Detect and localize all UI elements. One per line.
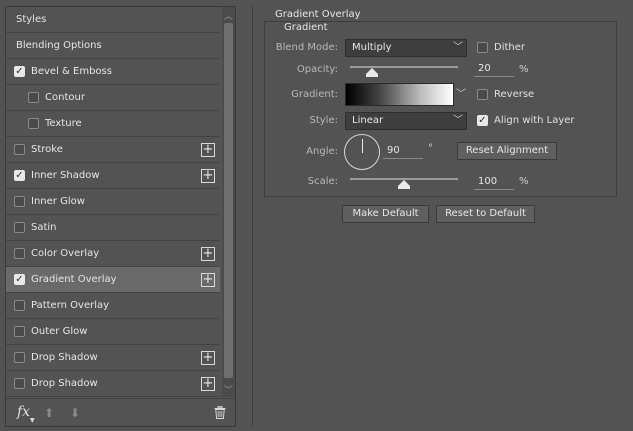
- style-item-label: Bevel & Emboss: [31, 66, 112, 77]
- checkbox-icon[interactable]: [14, 248, 25, 259]
- align-with-layer-checkbox[interactable]: ✓ Align with Layer: [477, 115, 575, 126]
- checkbox-icon[interactable]: [14, 352, 25, 363]
- style-item-label: Inner Glow: [31, 196, 85, 207]
- reverse-check-icon: [477, 89, 488, 100]
- move-up-icon[interactable]: ⬆: [44, 406, 54, 420]
- scale-input[interactable]: 100: [474, 174, 514, 190]
- add-icon[interactable]: +: [201, 273, 215, 287]
- dither-checkbox[interactable]: Dither: [477, 42, 525, 53]
- styles-bottom-bar: fx ▼ ⬆ ⬇: [6, 398, 235, 426]
- align-with-layer-label: Align with Layer: [494, 115, 575, 126]
- opacity-label: Opacity:: [296, 64, 338, 75]
- style-item-pattern-overlay[interactable]: Pattern Overlay: [6, 293, 220, 319]
- style-item-label: Color Overlay: [31, 248, 100, 259]
- checkbox-icon[interactable]: [28, 118, 39, 129]
- style-item-outer-glow[interactable]: Outer Glow: [6, 319, 220, 345]
- angle-dial[interactable]: [344, 134, 380, 170]
- align-check-icon: ✓: [477, 114, 488, 126]
- checkbox-icon[interactable]: [14, 378, 25, 389]
- add-icon[interactable]: +: [201, 377, 215, 391]
- angle-unit: °: [428, 143, 433, 154]
- style-item-label: Drop Shadow: [31, 352, 98, 363]
- styles-scrollbar[interactable]: ︿ ﹀: [222, 7, 235, 397]
- reverse-label: Reverse: [494, 89, 535, 100]
- add-icon[interactable]: +: [201, 247, 215, 261]
- style-item-inner-glow[interactable]: Inner Glow: [6, 189, 220, 215]
- style-value: Linear: [352, 115, 384, 126]
- trash-icon[interactable]: [214, 406, 226, 419]
- fx-icon[interactable]: fx: [17, 404, 30, 420]
- blend-mode-value: Multiply: [352, 42, 392, 53]
- reverse-checkbox[interactable]: Reverse: [477, 89, 534, 100]
- style-item-bevel-emboss[interactable]: ✓ Bevel & Emboss: [6, 59, 220, 85]
- add-icon[interactable]: +: [201, 143, 215, 157]
- style-item-inner-shadow[interactable]: ✓ Inner Shadow +: [6, 163, 220, 189]
- angle-label: Angle:: [306, 146, 338, 157]
- style-item-stroke[interactable]: Stroke +: [6, 137, 220, 163]
- blending-options-item[interactable]: Blending Options: [6, 33, 220, 59]
- add-icon[interactable]: +: [201, 169, 215, 183]
- style-item-drop-shadow[interactable]: Drop Shadow +: [6, 345, 220, 371]
- checkmark-icon[interactable]: ✓: [14, 274, 25, 285]
- style-item-label: Outer Glow: [31, 326, 88, 337]
- section-title: Gradient Overlay: [275, 9, 361, 20]
- fx-caret-icon: ▼: [30, 417, 35, 424]
- dither-check-icon: [477, 42, 488, 53]
- checkmark-icon[interactable]: ✓: [14, 66, 25, 77]
- add-icon[interactable]: +: [201, 351, 215, 365]
- style-item-label: Gradient Overlay: [31, 274, 117, 285]
- style-item-label: Inner Shadow: [31, 170, 100, 181]
- checkbox-icon[interactable]: [14, 222, 25, 233]
- chevron-down-icon[interactable]: ﹀: [455, 83, 467, 106]
- scale-label: Scale:: [307, 176, 338, 187]
- blend-mode-label: Blend Mode:: [275, 42, 338, 53]
- opacity-unit: %: [519, 64, 529, 75]
- angle-hand: [362, 139, 363, 153]
- style-item-drop-shadow[interactable]: Drop Shadow +: [6, 371, 220, 397]
- style-item-satin[interactable]: Satin: [6, 215, 220, 241]
- checkbox-icon[interactable]: [14, 300, 25, 311]
- chevron-up-icon[interactable]: ︿: [222, 9, 235, 22]
- reset-to-default-button[interactable]: Reset to Default: [436, 205, 535, 223]
- chevron-down-icon: ﹀: [453, 42, 463, 53]
- gradient-swatch[interactable]: [345, 83, 454, 106]
- styles-header-label: Styles: [16, 14, 47, 25]
- move-down-icon[interactable]: ⬇: [70, 406, 80, 420]
- style-item-texture[interactable]: Texture: [6, 111, 220, 137]
- scale-unit: %: [519, 176, 529, 187]
- make-default-button[interactable]: Make Default: [342, 205, 429, 223]
- styles-panel: Styles Blending Options ✓ Bevel & Emboss C…: [5, 6, 236, 427]
- reset-alignment-button[interactable]: Reset Alignment: [457, 142, 557, 160]
- style-item-label: Contour: [45, 92, 85, 103]
- dither-label: Dither: [494, 42, 526, 53]
- style-item-gradient-overlay[interactable]: ✓ Gradient Overlay +: [6, 267, 220, 293]
- blend-mode-select[interactable]: Multiply ﹀: [345, 39, 467, 57]
- checkbox-icon[interactable]: [14, 196, 25, 207]
- group-title: Gradient: [284, 22, 328, 33]
- style-item-label: Drop Shadow: [31, 378, 98, 389]
- gradient-label: Gradient:: [291, 89, 338, 100]
- blending-options-label: Blending Options: [16, 40, 102, 51]
- chevron-down-icon[interactable]: ﹀: [222, 383, 235, 396]
- angle-input[interactable]: 90: [383, 143, 423, 159]
- style-label: Style:: [309, 115, 339, 126]
- scroll-thumb[interactable]: [224, 23, 233, 378]
- panel-divider: [252, 6, 253, 427]
- style-item-label: Texture: [45, 118, 82, 129]
- checkbox-icon[interactable]: [28, 92, 39, 103]
- style-item-contour[interactable]: Contour: [6, 85, 220, 111]
- style-item-color-overlay[interactable]: Color Overlay +: [6, 241, 220, 267]
- chevron-down-icon: ﹀: [453, 115, 463, 126]
- style-item-label: Pattern Overlay: [31, 300, 110, 311]
- checkbox-icon[interactable]: [14, 326, 25, 337]
- styles-list: Styles Blending Options ✓ Bevel & Emboss C…: [6, 7, 220, 397]
- style-item-label: Stroke: [31, 144, 63, 155]
- checkbox-icon[interactable]: [14, 144, 25, 155]
- checkmark-icon[interactable]: ✓: [14, 170, 25, 181]
- styles-header[interactable]: Styles: [6, 7, 220, 33]
- style-select[interactable]: Linear ﹀: [345, 112, 467, 130]
- style-item-label: Satin: [31, 222, 57, 233]
- opacity-input[interactable]: 20: [474, 61, 514, 77]
